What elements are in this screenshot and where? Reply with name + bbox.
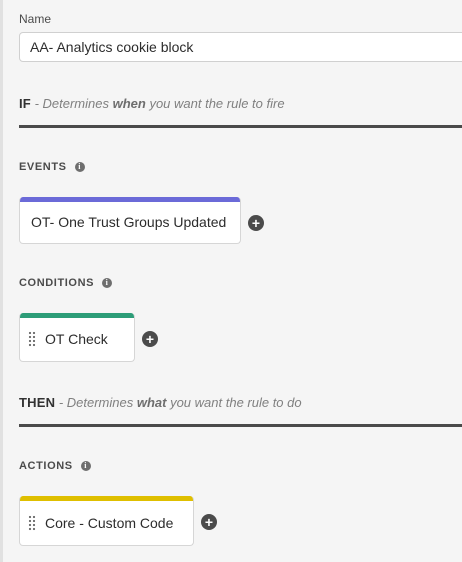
event-card-label: OT- One Trust Groups Updated: [31, 214, 227, 230]
conditions-header-label: CONDITIONS: [19, 277, 95, 289]
actions-header-label: ACTIONS: [19, 460, 73, 472]
if-desc-suffix: you want the rule to fire: [145, 96, 285, 111]
condition-card[interactable]: OT Check: [19, 313, 135, 362]
drag-handle-icon[interactable]: [28, 331, 36, 347]
conditions-header: CONDITIONS i: [19, 277, 113, 289]
events-header: EVENTS i: [19, 161, 85, 173]
then-keyword: THEN: [19, 395, 56, 410]
if-keyword: IF: [19, 96, 31, 111]
info-icon[interactable]: i: [102, 278, 113, 288]
if-divider: [19, 125, 462, 128]
if-section-title: IF - Determines when you want the rule t…: [19, 96, 285, 111]
then-divider: [19, 424, 462, 427]
events-header-label: EVENTS: [19, 161, 67, 173]
action-card-stripe: [20, 496, 193, 501]
info-icon[interactable]: i: [80, 461, 91, 471]
action-card-label: Core - Custom Code: [45, 514, 174, 531]
actions-header: ACTIONS i: [19, 460, 91, 472]
event-card[interactable]: OT- One Trust Groups Updated: [19, 197, 241, 244]
plus-circle-icon: +: [251, 215, 261, 231]
add-action-button[interactable]: +: [201, 514, 217, 530]
then-desc-strong: what: [136, 395, 167, 410]
condition-card-label: OT Check: [45, 331, 108, 347]
add-condition-button[interactable]: +: [142, 331, 158, 347]
if-desc-prefix: - Determines: [30, 96, 113, 111]
if-desc-strong: when: [112, 96, 146, 111]
rule-name-input[interactable]: [19, 32, 462, 62]
add-event-button[interactable]: +: [248, 215, 264, 231]
action-card[interactable]: Core - Custom Code: [19, 496, 194, 546]
plus-circle-icon: +: [145, 331, 155, 347]
name-label: Name: [19, 12, 52, 26]
then-desc-suffix: you want the rule to do: [166, 395, 302, 410]
drag-handle-icon[interactable]: [28, 514, 36, 531]
then-section-title: THEN - Determines what you want the rule…: [19, 395, 302, 410]
then-desc-prefix: - Determines: [55, 395, 137, 410]
plus-circle-icon: +: [204, 514, 214, 530]
info-icon[interactable]: i: [74, 162, 85, 172]
panel-edge: [0, 0, 3, 562]
condition-card-stripe: [20, 313, 134, 318]
event-card-stripe: [20, 197, 240, 202]
